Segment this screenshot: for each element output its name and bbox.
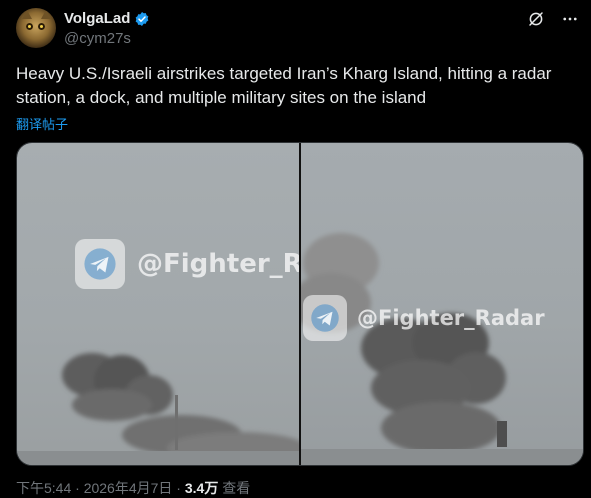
telegram-icon [75, 239, 125, 289]
media-photo-right[interactable]: @Fighter_Radar [301, 143, 583, 465]
avatar-ear [22, 10, 32, 19]
author-handle[interactable]: @cym27s [64, 30, 131, 47]
media-photo-left[interactable]: @Fighter_R [17, 143, 303, 465]
author-display-name[interactable]: VolgaLad [64, 10, 130, 27]
author-name-row: VolgaLad [64, 10, 150, 27]
post-time[interactable]: 下午5:44 [16, 480, 71, 496]
watermark-left: @Fighter_R [75, 239, 303, 289]
avatar-ear [41, 10, 51, 19]
media-grid: @Fighter_R @Fighter_Radar [16, 142, 584, 466]
post-meta: 下午5:44 · 2026年4月7日 · 3.4万 查看 [16, 478, 250, 498]
post-date[interactable]: 2026年4月7日 [84, 480, 173, 496]
meta-separator: · [172, 480, 185, 496]
watermark-text: @Fighter_R [137, 249, 303, 279]
grok-icon[interactable] [527, 10, 545, 28]
watermark-right: @Fighter_Radar [303, 295, 545, 341]
view-count: 3.4万 [184, 480, 219, 496]
more-icon[interactable] [561, 10, 579, 28]
watermark-text: @Fighter_Radar [357, 306, 545, 330]
smoke-plume-image [17, 353, 299, 465]
telegram-icon [303, 295, 347, 341]
avatar[interactable] [16, 8, 56, 48]
avatar-eye [38, 23, 45, 30]
verified-badge-icon [136, 11, 149, 26]
translate-post-link[interactable]: 翻译帖子 [16, 114, 68, 133]
meta-separator: · [71, 480, 84, 496]
views-label: 查看 [218, 480, 251, 496]
avatar-eye [26, 23, 33, 30]
post-actions-top [527, 10, 579, 28]
post-text: Heavy U.S./Israeli airstrikes targeted I… [16, 64, 552, 107]
